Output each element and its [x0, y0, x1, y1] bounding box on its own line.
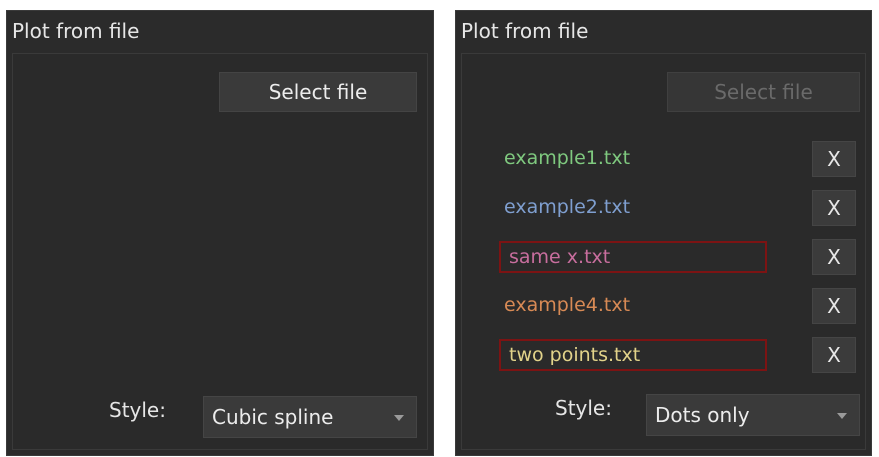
- panel-content: Select file Style: Cubic spline: [12, 53, 428, 450]
- file-name: example4.txt: [504, 294, 631, 316]
- panel-title: Plot from file: [12, 19, 140, 43]
- file-name: example2.txt: [504, 196, 631, 218]
- remove-file-button[interactable]: X: [812, 288, 856, 324]
- file-row: example1.txt X: [462, 141, 865, 181]
- panel-title: Plot from file: [461, 19, 589, 43]
- style-dropdown-value: Cubic spline: [212, 405, 334, 429]
- remove-file-button[interactable]: X: [812, 190, 856, 226]
- style-dropdown-value: Dots only: [655, 403, 750, 427]
- style-dropdown[interactable]: Cubic spline: [203, 396, 417, 438]
- file-row: example2.txt X: [462, 190, 865, 230]
- style-label: Style:: [555, 396, 612, 420]
- file-row: same x.txt X: [462, 239, 865, 279]
- select-file-button[interactable]: Select file: [667, 72, 860, 112]
- remove-file-button[interactable]: X: [812, 141, 856, 177]
- file-row: two points.txt X: [462, 337, 865, 377]
- style-dropdown[interactable]: Dots only: [646, 394, 860, 436]
- file-name: same x.txt: [499, 241, 767, 273]
- chevron-down-icon: [394, 415, 404, 421]
- file-name: example1.txt: [504, 147, 631, 169]
- file-name: two points.txt: [499, 339, 767, 371]
- plot-from-file-panel-left: Plot from file Select file Style: Cubic …: [6, 10, 434, 456]
- panel-content: Select file example1.txt Xexample2.txt Xsa…: [461, 53, 866, 450]
- chevron-down-icon: [837, 413, 847, 419]
- plot-from-file-panel-right: Plot from file Select file example1.txt X…: [455, 10, 872, 456]
- remove-file-button[interactable]: X: [812, 239, 856, 275]
- style-label: Style:: [109, 398, 166, 422]
- select-file-button[interactable]: Select file: [219, 72, 417, 112]
- remove-file-button[interactable]: X: [812, 337, 856, 373]
- file-row: example4.txt X: [462, 288, 865, 328]
